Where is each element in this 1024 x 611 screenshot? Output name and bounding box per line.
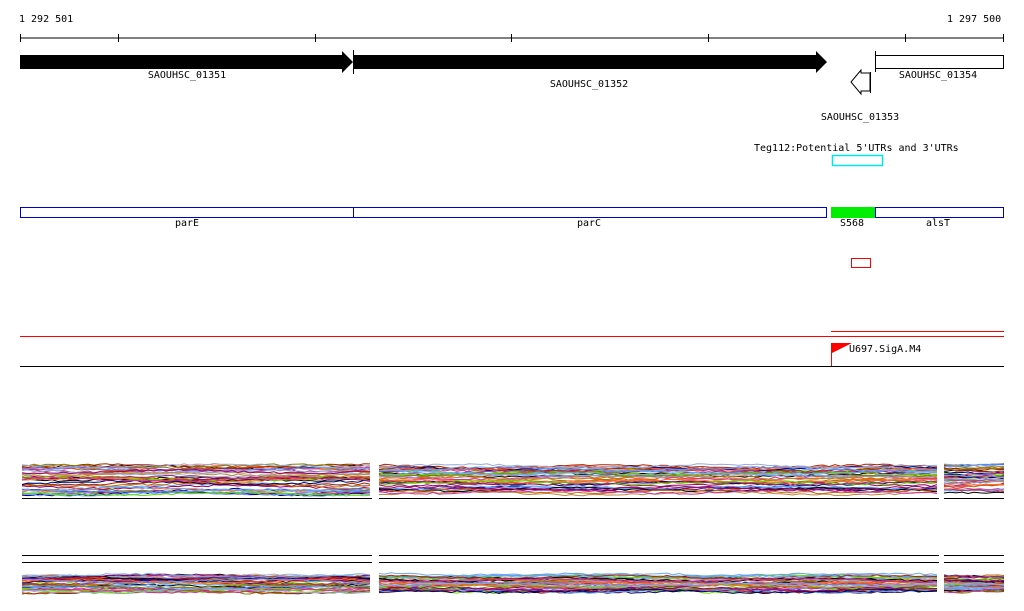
feature-S568[interactable] <box>831 207 875 218</box>
feature-label: alsT <box>925 218 951 229</box>
utr-box[interactable] <box>831 154 884 167</box>
gene-label[interactable]: SAOUHSC_01354 <box>899 70 977 82</box>
gene-label[interactable]: SAOUHSC_01352 <box>550 79 628 91</box>
genome-browser-canvas <box>20 34 1005 595</box>
gene-label[interactable]: SAOUHSC_01351 <box>148 70 226 82</box>
position-ruler <box>20 34 1004 42</box>
red-feature-box[interactable] <box>851 258 871 268</box>
gene-label[interactable]: SAOUHSC_01353 <box>821 112 899 124</box>
ruler-end-label: 1 297 500 <box>947 14 1002 25</box>
feature-parC[interactable] <box>353 207 827 218</box>
gene-arrow-01353[interactable] <box>850 68 871 96</box>
promoter-label[interactable]: U697.SigA.M4 <box>849 344 921 356</box>
feature-label: parC <box>576 218 602 229</box>
expression-line <box>943 491 1005 495</box>
feature-label: S568 <box>839 218 865 229</box>
feature-alsT[interactable] <box>875 207 1004 218</box>
ruler-start-label: 1 292 501 <box>19 14 74 25</box>
gene-arrow-01352[interactable] <box>354 51 827 73</box>
expression-tracks <box>21 462 1005 595</box>
feature-parE[interactable] <box>20 207 354 218</box>
utr-track-label: Teg112:Potential 5'UTRs and 3'UTRs <box>754 143 959 154</box>
feature-label: parE <box>174 218 200 229</box>
gene-box-01354[interactable] <box>875 55 1004 69</box>
